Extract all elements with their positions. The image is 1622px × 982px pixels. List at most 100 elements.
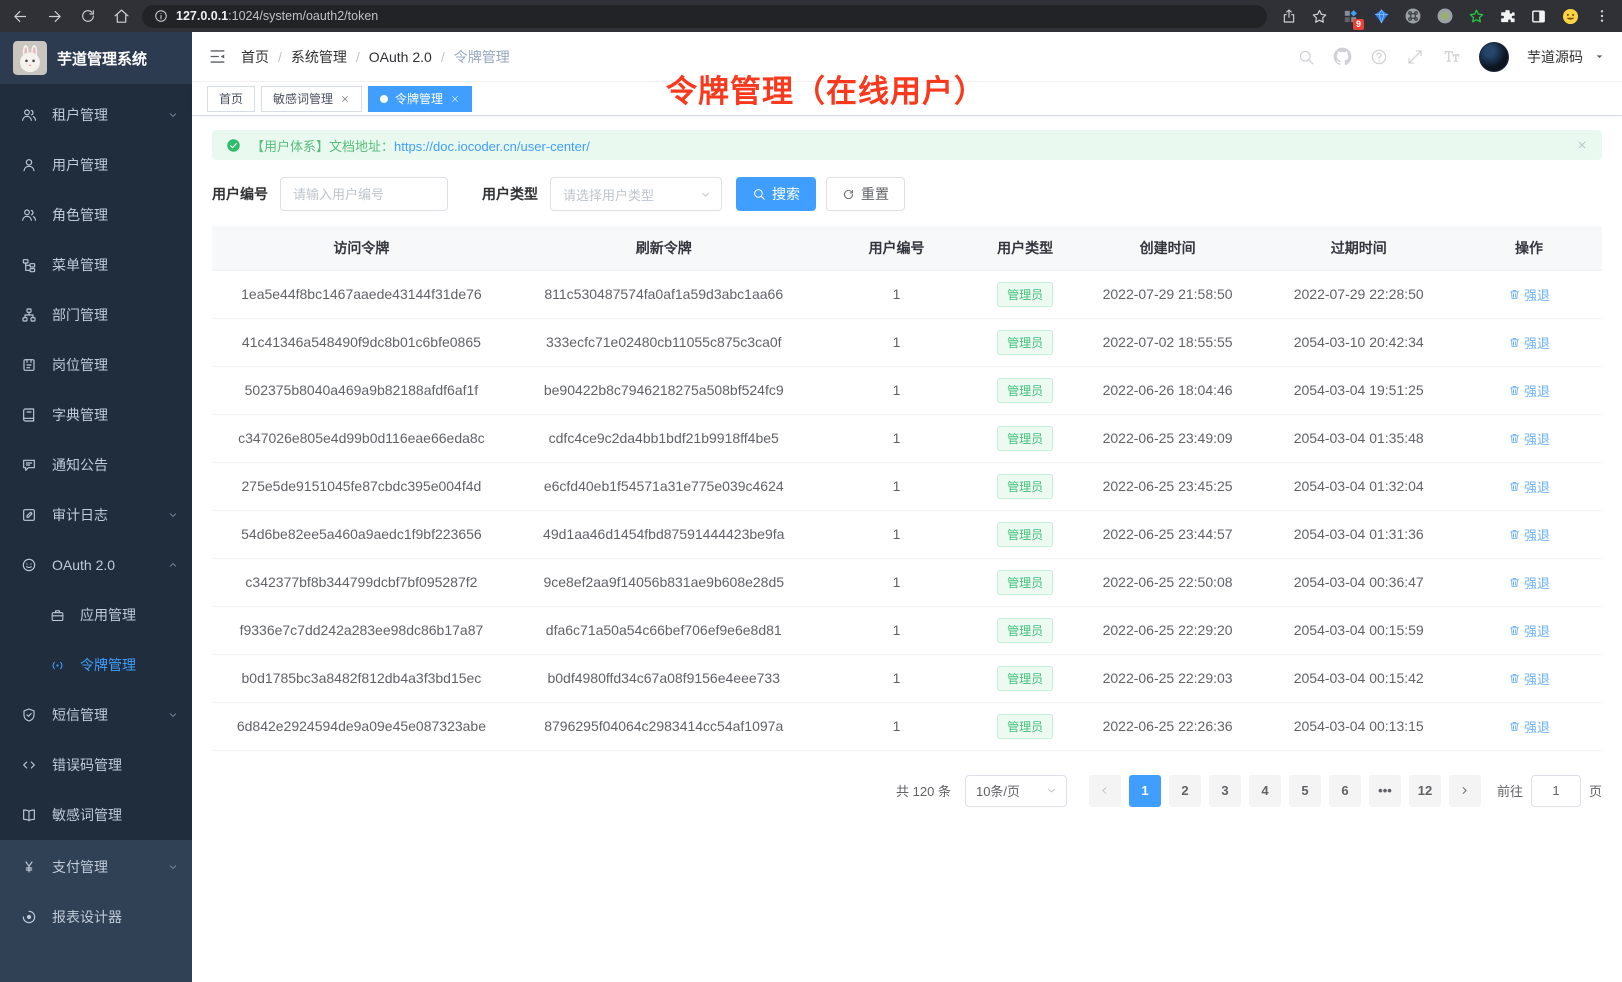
sidebar-item-post[interactable]: 岗位管理 bbox=[0, 340, 192, 390]
page-button-6[interactable]: 6 bbox=[1329, 775, 1361, 807]
user-id-input[interactable] bbox=[280, 177, 448, 211]
reset-button[interactable]: 重置 bbox=[826, 177, 905, 211]
user-name[interactable]: 芋道源码 bbox=[1527, 47, 1583, 67]
github-icon[interactable] bbox=[1333, 47, 1352, 66]
search-icon bbox=[752, 187, 766, 201]
extension-star-icon[interactable] bbox=[1468, 8, 1485, 25]
sidebar-item-role[interactable]: 角色管理 bbox=[0, 190, 192, 240]
help-icon[interactable] bbox=[1370, 48, 1388, 66]
goto-suffix: 页 bbox=[1589, 781, 1602, 800]
sidebar-item-user[interactable]: 用户管理 bbox=[0, 140, 192, 190]
home-icon[interactable] bbox=[113, 8, 130, 25]
next-page-button[interactable] bbox=[1449, 775, 1481, 807]
page-ellipsis-button[interactable]: ••• bbox=[1369, 775, 1401, 807]
page-size-select[interactable]: 10条/页 bbox=[965, 775, 1067, 807]
bookmark-star-icon[interactable] bbox=[1311, 8, 1328, 25]
extension-cmd-icon[interactable] bbox=[1404, 7, 1422, 25]
back-icon[interactable] bbox=[12, 8, 29, 25]
sidebar-item-sms[interactable]: 短信管理 bbox=[0, 690, 192, 740]
column-header: 创建时间 bbox=[1074, 226, 1262, 270]
alert-close-icon[interactable] bbox=[1576, 139, 1588, 151]
tab-label: 首页 bbox=[219, 90, 243, 107]
shield-icon bbox=[20, 707, 38, 723]
profile-emoji-icon[interactable] bbox=[1561, 7, 1580, 26]
sidebar-item-oauth2-app[interactable]: 应用管理 bbox=[0, 590, 192, 640]
sidebar-item-sensitive-word[interactable]: 敏感词管理 bbox=[0, 790, 192, 840]
user-type-badge: 管理员 bbox=[997, 570, 1053, 595]
sidebar-item-audit[interactable]: 审计日志 bbox=[0, 490, 192, 540]
page-button-2[interactable]: 2 bbox=[1169, 775, 1201, 807]
cell-refresh-token: 811c530487574fa0af1a59d3abc1aa66 bbox=[511, 270, 817, 318]
sidebar-item-dept[interactable]: 部门管理 bbox=[0, 290, 192, 340]
breadcrumb-system[interactable]: 系统管理 bbox=[291, 47, 347, 67]
page-button-5[interactable]: 5 bbox=[1289, 775, 1321, 807]
goto-page-input[interactable] bbox=[1531, 775, 1581, 807]
app-logo-bar[interactable]: 芋道管理系统 bbox=[0, 32, 192, 84]
cell-refresh-token: 333ecfc71e02480cb11055c875c3ca0f bbox=[511, 318, 817, 366]
cell-expire-time: 2054-03-04 01:35:48 bbox=[1261, 414, 1456, 462]
breadcrumb-home[interactable]: 首页 bbox=[241, 47, 269, 67]
breadcrumb-oauth2[interactable]: OAuth 2.0 bbox=[369, 49, 432, 65]
share-icon[interactable] bbox=[1281, 8, 1297, 24]
sidebar-item-report[interactable]: 报表设计器 bbox=[0, 892, 192, 942]
tab-1[interactable]: 敏感词管理 bbox=[261, 86, 362, 112]
tab-0[interactable]: 首页 bbox=[207, 86, 255, 112]
forward-icon[interactable] bbox=[46, 8, 63, 25]
sidebar-item-tenant[interactable]: 租户管理 bbox=[0, 90, 192, 140]
table-row: 1ea5e44f8bc1467aaede43144f31de76811c5304… bbox=[212, 270, 1602, 318]
extension-record-icon[interactable] bbox=[1436, 7, 1454, 25]
force-logout-button[interactable]: 强退 bbox=[1508, 285, 1550, 304]
cell-access-token: 1ea5e44f8bc1467aaede43144f31de76 bbox=[212, 270, 511, 318]
page-button-12[interactable]: 12 bbox=[1409, 775, 1441, 807]
force-logout-button[interactable]: 强退 bbox=[1508, 669, 1550, 688]
cell-access-token: 502375b8040a469a9b82188afdf6af1f bbox=[212, 366, 511, 414]
sidebar-item-notice[interactable]: 通知公告 bbox=[0, 440, 192, 490]
force-logout-button[interactable]: 强退 bbox=[1508, 333, 1550, 352]
font-size-icon[interactable] bbox=[1442, 47, 1461, 66]
extension-grid-icon[interactable]: 9 bbox=[1342, 8, 1359, 25]
force-logout-button[interactable]: 强退 bbox=[1508, 573, 1550, 592]
tab-label: 敏感词管理 bbox=[273, 90, 333, 107]
user-avatar[interactable] bbox=[1479, 42, 1509, 72]
chat-icon bbox=[20, 457, 38, 473]
user-type-select[interactable]: 请选择用户类型 bbox=[550, 177, 722, 211]
tab-close-icon[interactable] bbox=[450, 94, 460, 104]
sidebar-item-dict[interactable]: 字典管理 bbox=[0, 390, 192, 440]
tab-close-icon[interactable] bbox=[340, 94, 350, 104]
search-button[interactable]: 搜索 bbox=[736, 177, 816, 211]
address-bar[interactable]: 127.0.0.1:1024/system/oauth2/token bbox=[142, 5, 1267, 28]
prev-page-button[interactable] bbox=[1089, 775, 1121, 807]
collapse-sidebar-icon[interactable] bbox=[208, 47, 227, 66]
info-icon[interactable] bbox=[154, 9, 168, 23]
force-logout-button[interactable]: 强退 bbox=[1508, 477, 1550, 496]
page-button-4[interactable]: 4 bbox=[1249, 775, 1281, 807]
sidebar-item-oauth2-token[interactable]: 令牌管理 bbox=[0, 640, 192, 690]
sidebar-item-menu[interactable]: 菜单管理 bbox=[0, 240, 192, 290]
tab-2[interactable]: 令牌管理 bbox=[368, 86, 472, 112]
extension-puzzle-icon[interactable] bbox=[1499, 8, 1516, 25]
force-logout-button[interactable]: 强退 bbox=[1508, 525, 1550, 544]
sidebar-item-oauth2[interactable]: OAuth 2.0 bbox=[0, 540, 192, 590]
doc-link[interactable]: https://doc.iocoder.cn/user-center/ bbox=[394, 139, 590, 154]
browser-menu-icon[interactable] bbox=[1594, 8, 1610, 24]
page-button-1[interactable]: 1 bbox=[1129, 775, 1161, 807]
force-logout-button[interactable]: 强退 bbox=[1508, 621, 1550, 640]
force-logout-button[interactable]: 强退 bbox=[1508, 381, 1550, 400]
extension-sidepanel-icon[interactable] bbox=[1530, 8, 1547, 25]
caret-down-icon[interactable] bbox=[1593, 50, 1606, 63]
cell-access-token: 54d6be82ee5a460a9aedc1f9bf223656 bbox=[212, 510, 511, 558]
cell-expire-time: 2054-03-04 19:51:25 bbox=[1261, 366, 1456, 414]
refresh-icon bbox=[842, 188, 855, 201]
sidebar-item-errcode[interactable]: 错误码管理 bbox=[0, 740, 192, 790]
force-logout-button[interactable]: 强退 bbox=[1508, 429, 1550, 448]
url-text[interactable]: 127.0.0.1:1024/system/oauth2/token bbox=[176, 9, 378, 23]
force-logout-button[interactable]: 强退 bbox=[1508, 717, 1550, 736]
extension-gem-icon[interactable] bbox=[1373, 8, 1390, 25]
search-icon[interactable] bbox=[1297, 48, 1315, 66]
badge-icon bbox=[20, 357, 38, 373]
page-button-3[interactable]: 3 bbox=[1209, 775, 1241, 807]
sidebar-item-pay[interactable]: 支付管理 bbox=[0, 842, 192, 892]
fullscreen-icon[interactable] bbox=[1406, 48, 1424, 66]
reload-icon[interactable] bbox=[80, 8, 96, 24]
page-content: 【用户体系】文档地址：https://doc.iocoder.cn/user-c… bbox=[192, 116, 1622, 982]
